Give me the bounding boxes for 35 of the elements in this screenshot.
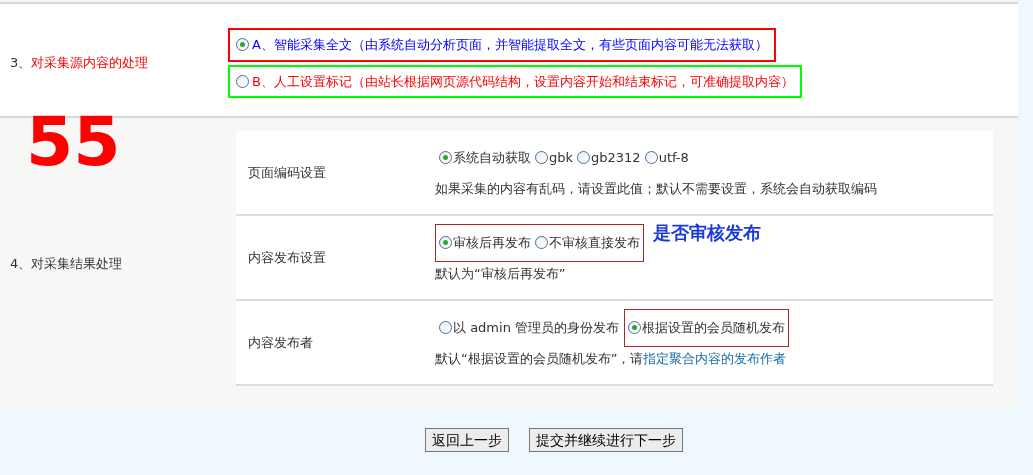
option-label: A、智能采集全文（由系统自动分析页面，并智能提取全文，有些页面内容可能无法获取）: [252, 36, 768, 54]
radio-button[interactable]: [439, 321, 452, 335]
radio-button[interactable]: [577, 151, 591, 165]
hint-text: 默认为“审核后再发布”: [435, 264, 567, 283]
option-label: gb2312: [591, 149, 641, 167]
hint-text: 默认“根据设置的会员随机发布”，请指定聚合内容的发布作者: [435, 349, 788, 368]
radio-button[interactable]: [236, 38, 249, 52]
section-number: 3、: [10, 54, 32, 73]
radio-button[interactable]: [439, 151, 452, 165]
radio-button[interactable]: [236, 74, 249, 88]
option-label: 不审核直接发布: [549, 234, 640, 252]
row-label: 内容发布设置: [247, 248, 327, 267]
radio-button[interactable]: [628, 321, 641, 335]
section-number: 4、: [10, 255, 32, 274]
form-button[interactable]: 返回上一步: [425, 428, 509, 452]
radio-button[interactable]: [535, 151, 548, 165]
option-label: utf-8: [658, 149, 689, 167]
hint-text: 如果采集的内容有乱码，请设置此值；默认不需要设置，系统会自动获取编码: [435, 179, 877, 198]
section-title: 对采集结果处理: [31, 255, 123, 274]
radio-button[interactable]: [535, 236, 548, 250]
annotation-text: 是否审核发布: [653, 221, 761, 246]
option-label: gbk: [549, 149, 574, 167]
row-label: 页面编码设置: [247, 163, 327, 182]
option-label: 以 admin 管理员的身份发布: [453, 319, 619, 337]
option-label: B、人工设置标记（由站长根据网页源代码结构，设置内容开始和结束标记，可准确提取内容）: [252, 72, 794, 91]
option-label: 系统自动获取: [453, 149, 531, 167]
form-button[interactable]: 提交并继续进行下一步: [529, 428, 683, 452]
option-label: 根据设置的会员随机发布: [642, 319, 785, 337]
author-link[interactable]: 指定聚合内容的发布作者: [643, 350, 787, 366]
option-label: 审核后再发布: [453, 234, 531, 252]
annotation-number: 55: [26, 108, 121, 176]
radio-button[interactable]: [439, 236, 452, 250]
radio-button[interactable]: [644, 151, 658, 165]
section-title: 对采集源内容的处理: [31, 54, 149, 73]
row-label: 内容发布者: [247, 333, 314, 352]
